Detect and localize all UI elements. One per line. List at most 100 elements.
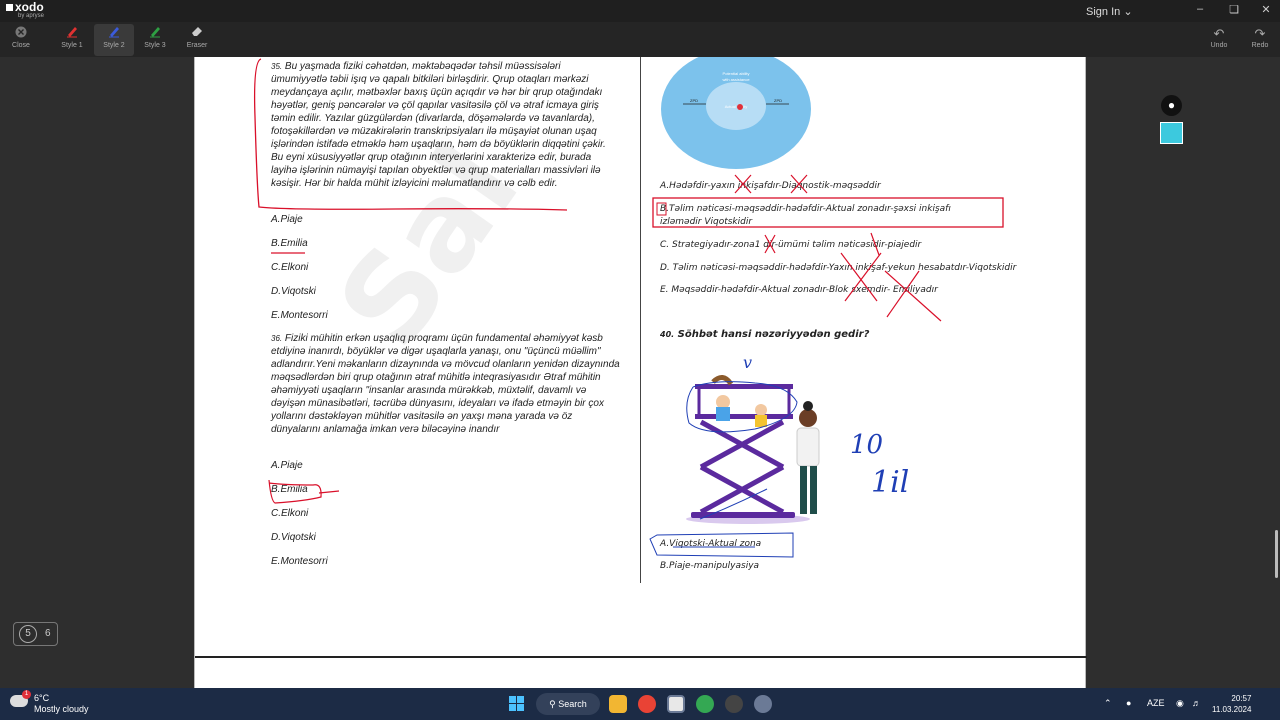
child-2-head	[755, 404, 767, 416]
diagram-inner-label: Actual ability	[725, 104, 747, 109]
q35-option-b: B.Emilia	[271, 238, 308, 249]
question-36-number: 36.	[271, 334, 283, 343]
pen-icon	[135, 24, 175, 42]
chevron-down-icon: ⌄	[1123, 6, 1133, 18]
wifi-icon[interactable]: ◉	[1176, 698, 1184, 709]
notification-badge: 1	[22, 690, 31, 699]
maximize-button[interactable]: ❏	[1224, 3, 1244, 16]
weather-condition: Mostly cloudy	[34, 704, 89, 714]
taskbar-search-button[interactable]: ⚲ Search	[536, 693, 600, 715]
column-divider	[640, 57, 641, 583]
style-3-pen-button[interactable]: Style 3	[135, 24, 175, 56]
handwritten-check: v	[743, 353, 753, 372]
pen-icon	[94, 24, 134, 42]
style-2-pen-button[interactable]: Style 2	[94, 24, 134, 56]
handwritten-word: 1il	[871, 465, 910, 500]
q39-option-b: B.Təlim nəticəsi-məqsəddir-hədəfdir-Aktu…	[660, 204, 951, 227]
question-35-text: Bu yaşmada fiziki cəhətdən, məktəbəqədər…	[271, 61, 606, 189]
redo-icon: ↷	[1254, 26, 1266, 41]
q39-option-d: D. Təlim nəticəsi-məqsəddir-hədəfdir-Yax…	[660, 263, 1017, 273]
microphone-icon[interactable]: ●	[1126, 698, 1131, 708]
windows-logo-pane	[517, 704, 524, 711]
q36-option-c: C.Elkoni	[271, 508, 309, 519]
q36-option-d: D.Viqotski	[271, 532, 316, 543]
file-explorer-icon[interactable]	[609, 695, 627, 713]
undo-icon: ↶	[1213, 26, 1225, 41]
window-close-button[interactable]: ✕	[1256, 3, 1276, 16]
q39-option-a: A.Hədəfdir-yaxın inkişafdır-Diaqnostik-m…	[660, 181, 881, 191]
annotation-toolbar: Close Style 1 Style 2 Style 3 Eraser ↶ U…	[0, 22, 1280, 57]
q35-option-d: D.Viqotski	[271, 286, 316, 297]
redo-label: Redo	[1251, 42, 1269, 49]
teacher-hair	[803, 401, 813, 411]
question-35-number: 35.	[271, 62, 283, 71]
weather-temperature: 6°C	[34, 693, 50, 703]
question-40-text: Söhbət hansi nəzəriyyədən gedir?	[677, 329, 870, 340]
app-name: xodo	[15, 0, 44, 14]
undo-button[interactable]: ↶ Undo	[1199, 24, 1239, 56]
child-2-body	[755, 415, 767, 427]
settings-icon[interactable]	[754, 695, 772, 713]
close-icon	[1, 24, 41, 42]
xodo-taskbar-icon[interactable]	[667, 695, 685, 713]
style-1-pen-button[interactable]: Style 1	[52, 24, 92, 56]
windows-taskbar: 1 6°C Mostly cloudy ⚲ Search ⌃ ● AZE ◉ ♬…	[0, 688, 1280, 720]
page-break-line	[195, 656, 1087, 658]
child-1-hair	[711, 375, 734, 386]
windows-logo-pane	[509, 704, 516, 711]
eraser-button[interactable]: Eraser	[177, 24, 217, 56]
redo-button[interactable]: ↷ Redo	[1240, 24, 1280, 56]
app-icon[interactable]	[725, 695, 743, 713]
q35-option-a: A.Piaje	[271, 214, 303, 225]
diagram-center-dot	[737, 104, 743, 110]
language-indicator[interactable]: AZE	[1147, 698, 1165, 708]
taskbar-search-label: Search	[558, 699, 587, 709]
eraser-icon	[177, 24, 217, 42]
style-2-label: Style 2	[103, 42, 125, 49]
minimize-button[interactable]: –	[1190, 3, 1210, 15]
xodo-logo-icon	[6, 4, 13, 11]
windows-logo-icon	[509, 696, 516, 703]
style-1-label: Style 1	[61, 42, 83, 49]
teacher-leg-left	[800, 466, 807, 514]
zpd-label-left: ZPD	[690, 98, 698, 103]
q39-option-c: C. Strategiyadır-zona1 dir-ümümi təlim n…	[660, 240, 922, 250]
document-page[interactable]: Sal 35. Bu yaşmada fiziki cəhətdən, məkt…	[194, 57, 1087, 688]
q35-option-c: C.Elkoni	[271, 262, 309, 273]
close-tool-button[interactable]: Close	[1, 24, 41, 56]
app-subtitle: by apryse	[18, 13, 45, 19]
red-cross-e	[884, 270, 942, 322]
lightbulb-icon[interactable]: ●	[1161, 95, 1182, 116]
q39-option-e: E. Məqsəddir-hədəfdir-Aktual zonadır-Blo…	[660, 285, 938, 295]
diagram-outer-label: Potential ability	[723, 71, 750, 76]
eraser-label: Eraser	[186, 42, 208, 49]
question-36: 36. Fiziki mühitin erkən uşaqlıq proqram…	[271, 332, 621, 436]
handwritten-ten: 10	[850, 430, 884, 460]
windows-start-button[interactable]	[509, 696, 525, 712]
total-pages-number: 6	[45, 628, 51, 639]
sign-in-button[interactable]: Sign In ⌄	[1086, 5, 1133, 18]
system-clock[interactable]: 20:57 11.03.2024	[1212, 693, 1251, 715]
teacher-leg-right	[810, 466, 817, 514]
page-thumbnail-button[interactable]	[1160, 122, 1183, 144]
pen-icon	[52, 24, 92, 42]
vertical-scrollbar[interactable]	[1275, 530, 1278, 578]
q36-option-a: A.Piaje	[271, 460, 303, 471]
volume-icon[interactable]: ♬	[1192, 698, 1201, 708]
zpd-label-right: ZPD	[774, 98, 782, 103]
page-indicator[interactable]: 5 6	[13, 622, 58, 646]
chrome-profile-icon[interactable]	[696, 695, 714, 713]
tray-chevron-up-icon[interactable]: ⌃	[1104, 698, 1112, 709]
windows-logo-pane	[517, 696, 524, 703]
teacher-head	[799, 409, 817, 427]
child-1-body	[716, 407, 730, 421]
lift-rail-top	[695, 384, 793, 389]
clock-date: 11.03.2024	[1212, 705, 1252, 714]
lift-base	[691, 512, 795, 518]
xodo-app-window: xodo by apryse Sign In ⌄ – ❏ ✕ Close Sty…	[0, 0, 1280, 720]
chrome-icon[interactable]	[638, 695, 656, 713]
undo-label: Undo	[1210, 42, 1228, 49]
question-36-text: Fiziki mühitin erkən uşaqlıq proqramı üç…	[271, 333, 620, 435]
title-bar: xodo by apryse Sign In ⌄ – ❏ ✕	[0, 0, 1280, 22]
red-tail-emilia	[318, 490, 340, 494]
